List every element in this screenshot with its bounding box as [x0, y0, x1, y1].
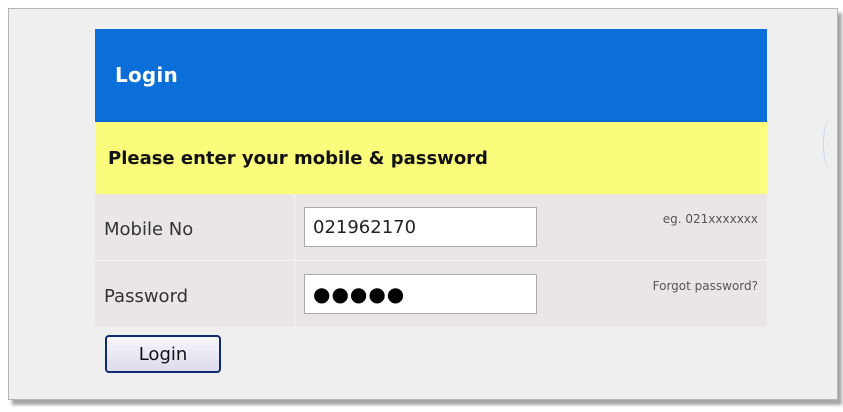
password-input-cell: Forgot password?	[295, 261, 767, 327]
mobile-label-cell: Mobile No	[95, 194, 295, 260]
login-box: Login Please enter your mobile & passwor…	[95, 29, 767, 373]
password-label: Password	[104, 286, 189, 307]
decorative-edge-curve	[823, 119, 837, 169]
mobile-format-hint: eg. 021xxxxxxx	[662, 212, 758, 226]
login-title: Login	[115, 62, 178, 87]
password-input[interactable]	[304, 274, 537, 314]
password-label-cell: Password	[95, 261, 295, 327]
mobile-input-cell: eg. 021xxxxxxx	[295, 194, 767, 260]
login-header: Login	[95, 29, 767, 122]
login-actions: Login	[95, 327, 767, 373]
mobile-label: Mobile No	[104, 219, 194, 240]
login-panel-frame: Login Please enter your mobile & passwor…	[8, 8, 838, 400]
instruction-banner: Please enter your mobile & password	[95, 122, 767, 194]
login-button[interactable]: Login	[105, 335, 221, 373]
forgot-password-link[interactable]: Forgot password?	[653, 279, 758, 293]
mobile-input[interactable]	[304, 207, 537, 247]
instruction-text: Please enter your mobile & password	[108, 147, 488, 169]
password-row: Password Forgot password?	[95, 260, 767, 327]
mobile-row: Mobile No eg. 021xxxxxxx	[95, 194, 767, 260]
